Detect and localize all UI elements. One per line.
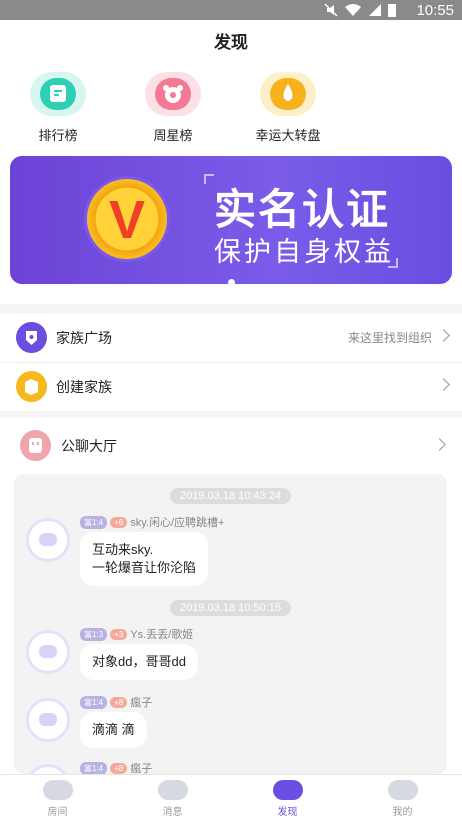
lucky-wheel-icon [260, 72, 316, 116]
banner-subtitle: 保护自身权益 [214, 237, 394, 267]
shortcut-ranking[interactable]: 排行榜 [3, 72, 113, 144]
public-hall-chevron-icon[interactable] [433, 438, 446, 451]
tab-discover[interactable]: 发现 [230, 775, 345, 818]
public-hall-label: 公聊大厅 [61, 438, 117, 454]
sender-name: 瘋子 [130, 697, 153, 709]
realname-banner[interactable]: V 实名认证 保护自身权益 [10, 156, 452, 284]
chat-timestamp: 2019.03.18 10:50:15 [14, 598, 447, 616]
shortcut-label: 排行榜 [38, 128, 78, 143]
battery-icon [388, 4, 396, 17]
level-badge: 富1:4 [80, 761, 108, 774]
family-square-icon [16, 322, 47, 353]
banner-title: 实名认证 [214, 186, 391, 233]
tab-room[interactable]: 房间 [0, 775, 115, 818]
family-square-label: 家族广场 [56, 330, 112, 346]
message-bubble: 互动来sky. 一轮爆音让你沦陷 [80, 532, 209, 586]
profile-icon [387, 780, 418, 800]
heart-badge: +3 [110, 628, 128, 640]
tab-label: 我的 [392, 807, 413, 818]
chat-timestamp: 2019.03.18 10:43:24 [14, 486, 447, 504]
family-square-row[interactable]: 家族广场 来这里找到组织 [0, 314, 462, 362]
level-badge: 富1:3 [80, 627, 108, 641]
level-badge: 富1:4 [80, 515, 108, 529]
level-badge: 富1:4 [80, 695, 108, 709]
messages-icon [157, 780, 188, 800]
shortcut-lucky-wheel[interactable]: 幸运大转盘 [233, 72, 343, 144]
mute-icon [324, 3, 338, 17]
tab-label: 发现 [277, 807, 298, 818]
pager-dot [227, 279, 235, 286]
user-avatar[interactable] [26, 698, 70, 742]
discover-icon [272, 780, 303, 800]
tab-label: 房间 [47, 807, 68, 818]
heart-badge: +6 [110, 516, 128, 528]
wifi-icon [345, 4, 361, 16]
page-title: 发现 [0, 20, 462, 66]
user-avatar[interactable] [26, 630, 70, 674]
v-coin-logo: V [84, 176, 170, 262]
status-bar: 10:55 [0, 0, 462, 20]
status-time: 10:55 [416, 2, 454, 19]
banner-pager [0, 273, 462, 291]
bottom-tab-bar: 房间 消息 发现 我的 [0, 774, 462, 822]
heart-badge: +8 [110, 762, 128, 774]
chevron-right-icon [437, 329, 450, 342]
weekly-star-icon [145, 72, 201, 116]
message-bubble: 滴滴 滴 [80, 712, 147, 748]
ranking-icon [30, 72, 86, 116]
family-square-hint: 来这里找到组织 [347, 331, 432, 345]
shortcut-label: 幸运大转盘 [255, 128, 321, 143]
signal-icon [369, 4, 381, 16]
room-icon [42, 780, 73, 800]
heart-badge: +8 [110, 696, 128, 708]
shortcut-weekly-star[interactable]: 周星榜 [118, 72, 228, 144]
user-avatar[interactable] [26, 518, 70, 562]
message-bubble: 对象dd，哥哥dd [80, 644, 198, 680]
tab-label: 消息 [162, 807, 183, 818]
chevron-right-icon [437, 378, 450, 391]
banner-corner-decoration [204, 174, 214, 184]
sender-name: sky.闲心/应聘跳槽+ [130, 517, 225, 529]
sender-name: Ys.丢丢/歌姬 [130, 629, 194, 641]
user-avatar[interactable] [26, 764, 70, 774]
create-family-row[interactable]: 创建家族 [0, 363, 462, 411]
public-chat-feed[interactable]: 2019.03.18 10:43:24 富1:4 +6 sky.闲心/应聘跳槽+… [14, 474, 447, 774]
create-family-icon [16, 371, 47, 402]
tab-messages[interactable]: 消息 [115, 775, 230, 818]
tab-profile[interactable]: 我的 [345, 775, 460, 818]
public-hall-icon [20, 430, 51, 461]
status-icons [324, 3, 396, 17]
shortcut-label: 周星榜 [153, 128, 193, 143]
sender-name: 瘋子 [130, 763, 153, 774]
create-family-label: 创建家族 [56, 379, 112, 395]
